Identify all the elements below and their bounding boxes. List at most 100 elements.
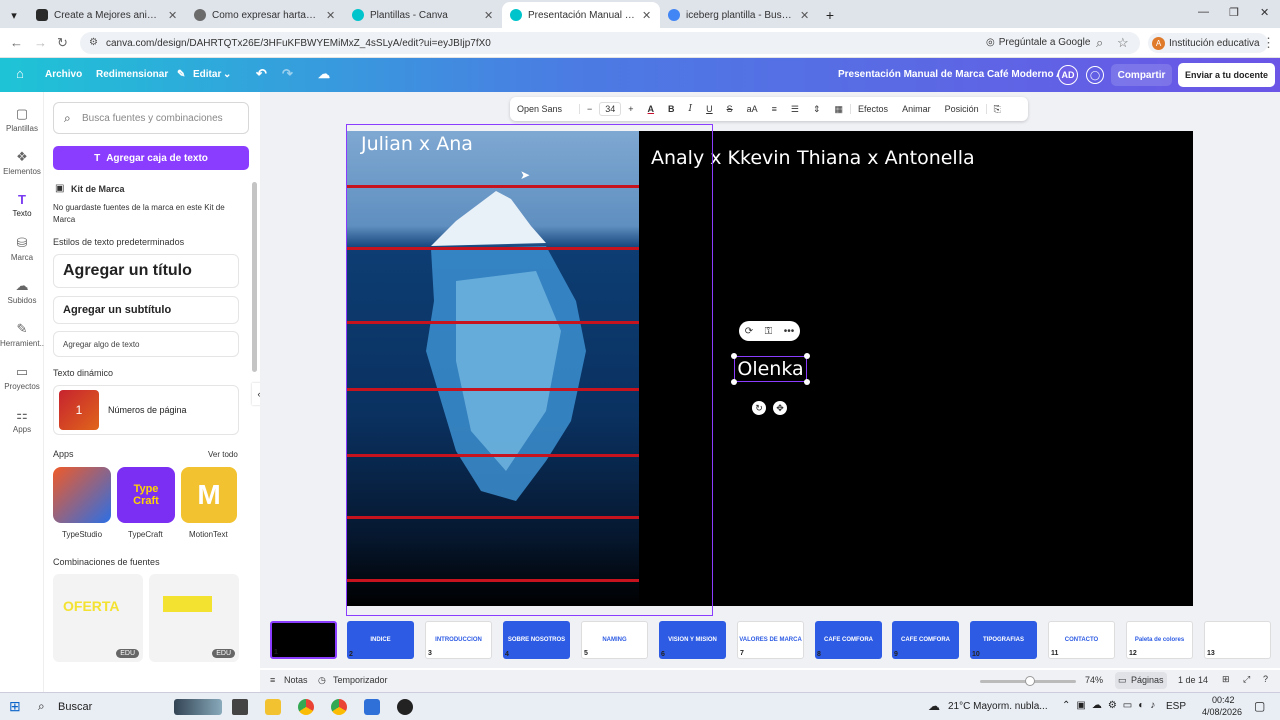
slide-text-julian-ana[interactable]: Julian x Ana	[361, 133, 473, 155]
rail-apps[interactable]: ⚏ Apps	[0, 407, 44, 434]
chrome-icon[interactable]	[298, 699, 314, 715]
enviar-docente-button[interactable]: Enviar a tu docente	[1178, 63, 1275, 87]
redimensionar-button[interactable]: Redimensionar	[96, 69, 168, 80]
page-thumbnail-10[interactable]: TIPOGRAFIAS 10	[970, 621, 1037, 659]
slide-text-analy-kkevin[interactable]: Analy x Kkevin	[651, 147, 791, 169]
letter-case-icon[interactable]: aA	[740, 104, 765, 114]
underline-icon[interactable]: U	[699, 104, 720, 114]
page-thumbnail-4[interactable]: SOBRE NOSOTROS 4	[503, 621, 570, 659]
page-thumbnail-9[interactable]: CAFE COMFORA 9	[892, 621, 959, 659]
page-thumbnail-8[interactable]: CAFE COMFORA 8	[815, 621, 882, 659]
divider-line[interactable]	[346, 247, 639, 250]
divider-line[interactable]	[346, 516, 639, 519]
rail-proyectos[interactable]: ▭ Proyectos	[0, 364, 44, 391]
effects-button[interactable]: Efectos	[850, 104, 895, 114]
close-icon[interactable]: ✕	[168, 9, 178, 22]
rotate-handle-icon[interactable]: ↻	[752, 401, 766, 415]
motiontext-app-icon[interactable]: M	[181, 467, 237, 523]
more-icon[interactable]: •••	[784, 326, 795, 337]
divider-line[interactable]	[346, 579, 639, 582]
resize-handle[interactable]	[731, 379, 737, 385]
system-tray-icons[interactable]: ⌃▣☁⚙▭◐♪	[1062, 700, 1161, 711]
file-explorer-icon[interactable]	[265, 699, 281, 715]
page-thumbnail-3[interactable]: INTRODUCCION 3	[425, 621, 492, 659]
position-button[interactable]: Posición	[938, 104, 987, 114]
tab-1[interactable]: Create a Mejores animes de ro ✕	[28, 2, 186, 28]
close-icon[interactable]: ✕	[326, 9, 336, 22]
close-icon[interactable]: ✕	[642, 9, 652, 22]
weather-text[interactable]: 21°C Mayorm. nubla...	[948, 701, 1048, 712]
browser-menu-icon[interactable]: ⋮	[1262, 35, 1275, 51]
spacing-icon[interactable]: ⇕	[806, 104, 828, 115]
slide-text-thiana-antonella[interactable]: Thiana x Antonella	[797, 147, 975, 169]
strikethrough-icon[interactable]: S	[720, 104, 740, 114]
back-icon[interactable]: ←	[10, 35, 23, 50]
rail-subidos[interactable]: ☁ Subidos	[0, 278, 44, 305]
rotate-icon[interactable]: ⟳	[745, 326, 753, 337]
font-selector[interactable]: Open Sans	[510, 104, 580, 114]
divider-line[interactable]	[346, 185, 639, 188]
page-thumbnail-1[interactable]: 1	[270, 621, 337, 659]
rail-herramientas[interactable]: ✎ Herramient...	[0, 321, 46, 348]
new-tab-button[interactable]: +	[818, 2, 842, 28]
document-title[interactable]: Presentación Manual de Marca Café Modern…	[838, 69, 1077, 80]
font-size-input[interactable]: 34	[599, 102, 622, 116]
page-thumbnail-13[interactable]: 13	[1204, 621, 1271, 659]
transparency-icon[interactable]: ▦	[828, 104, 851, 115]
page-thumbnail-2[interactable]: INDICE 2	[347, 621, 414, 659]
text-color-icon[interactable]: A	[641, 104, 662, 114]
ask-google-button[interactable]: ◎ Pregúntale a Google	[986, 33, 1090, 51]
redo-icon[interactable]: ↷	[282, 66, 293, 82]
bookmark-star-icon[interactable]: ☆	[1117, 35, 1129, 51]
divider-line[interactable]	[346, 321, 639, 324]
resize-handle[interactable]	[804, 353, 810, 359]
zoom-slider[interactable]	[980, 676, 1076, 686]
tab-3[interactable]: Plantillas - Canva ✕	[344, 2, 502, 28]
comment-icon[interactable]: ◯	[1086, 66, 1104, 84]
language-indicator[interactable]: ESP	[1166, 701, 1186, 712]
add-body-text-button[interactable]: Agregar algo de texto	[53, 331, 239, 357]
divider-line[interactable]	[346, 454, 639, 457]
rail-marca[interactable]: ⛁ Marca	[0, 235, 44, 262]
page-thumbnail-7[interactable]: VALORES DE MARCA 7	[737, 621, 804, 659]
animate-button[interactable]: Animar	[895, 104, 938, 114]
clock-date[interactable]: 4/08/2026	[1202, 707, 1242, 717]
page-thumbnail-6[interactable]: VISION Y MISION 6	[659, 621, 726, 659]
taskbar-search-box[interactable]: Buscar	[58, 701, 92, 713]
reload-icon[interactable]: ↻	[57, 35, 68, 51]
zoom-slider-thumb[interactable]	[1025, 676, 1035, 686]
notes-button[interactable]: Notas	[284, 675, 308, 685]
close-icon[interactable]: ✕	[484, 9, 494, 22]
app-icon[interactable]	[397, 699, 413, 715]
add-text-box-button[interactable]: T Agregar caja de texto	[53, 146, 249, 170]
site-info-icon[interactable]: ⚙	[89, 37, 98, 48]
notifications-icon[interactable]: ▢	[1254, 699, 1265, 713]
font-size-increase-button[interactable]: +	[621, 104, 640, 114]
divider-line[interactable]	[346, 388, 639, 391]
tab-4-active[interactable]: Presentación Manual de Marca ✕	[502, 2, 660, 28]
chrome-icon[interactable]	[331, 699, 347, 715]
rail-texto[interactable]: T Texto	[0, 192, 44, 218]
cloud-saved-icon[interactable]: ☁	[318, 67, 330, 81]
rail-plantillas[interactable]: ▢ Plantillas	[0, 106, 44, 133]
close-icon[interactable]: ✕	[800, 9, 810, 22]
windows-start-icon[interactable]: ⊞	[9, 698, 21, 715]
task-view-icon[interactable]	[232, 699, 248, 715]
undo-icon[interactable]: ↶	[256, 66, 267, 82]
close-window-icon[interactable]: ✕	[1260, 6, 1269, 19]
clock-time[interactable]: 00:42	[1212, 695, 1235, 705]
align-icon[interactable]: ≡	[765, 104, 784, 114]
see-all-link[interactable]: Ver todo	[208, 450, 238, 459]
font-size-decrease-button[interactable]: −	[580, 104, 599, 114]
app-icon[interactable]	[364, 699, 380, 715]
italic-icon[interactable]: I	[682, 104, 700, 114]
zoom-icon[interactable]: ⌕	[1096, 35, 1103, 51]
move-handle-icon[interactable]: ✥	[773, 401, 787, 415]
home-icon[interactable]: ⌂	[16, 66, 24, 81]
tab-search-icon[interactable]: ▾	[0, 2, 28, 28]
resize-handle[interactable]	[731, 353, 737, 359]
compartir-button[interactable]: Compartir	[1111, 64, 1172, 86]
font-combo-card[interactable]: HOLAS EDU	[149, 574, 239, 662]
iceberg-image[interactable]	[346, 131, 639, 606]
page-thumbnail-11[interactable]: CONTACTO 11	[1048, 621, 1115, 659]
